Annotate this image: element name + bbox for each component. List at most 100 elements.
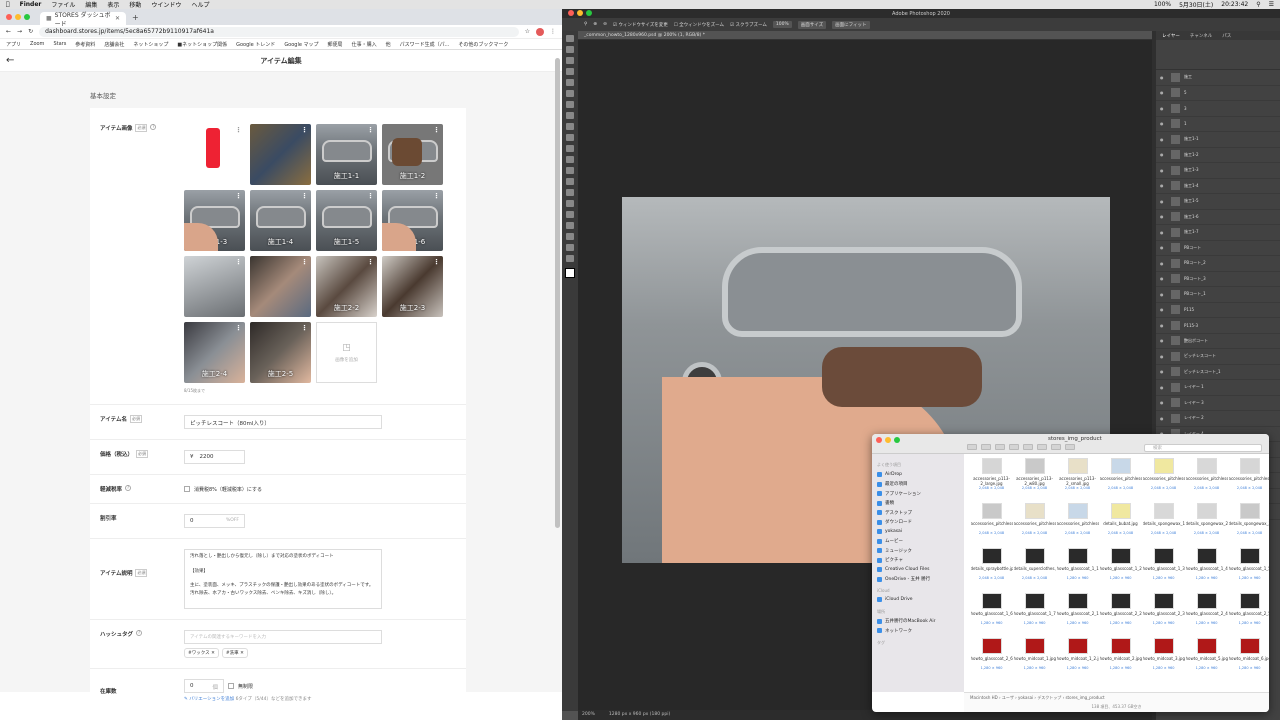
layer-row[interactable]: ● P115 [1156, 303, 1280, 318]
layer-row[interactable]: ● 施工1-5 [1156, 194, 1280, 210]
shape-tool-icon[interactable] [566, 233, 574, 240]
bookmark-item[interactable]: 郵便局 [328, 41, 343, 48]
layer-row[interactable]: ● 5 [1156, 86, 1280, 101]
sidebar-item[interactable]: デスクトップ [877, 508, 959, 518]
view-list-button[interactable] [981, 444, 991, 450]
visibility-eye-icon[interactable]: ● [1160, 75, 1167, 80]
file-item[interactable]: howto_glasscoat_2_6.jpg1,280 × 960 [970, 638, 1013, 683]
bookmark-item[interactable]: Google マップ [284, 41, 318, 48]
view-icons-button[interactable] [967, 444, 977, 450]
option-resize-window[interactable]: ☑ ウィンドウサイズを変更 [613, 22, 668, 28]
layer-row[interactable]: ● PBコート [1156, 241, 1280, 256]
quick-select-icon[interactable] [566, 68, 574, 75]
file-item[interactable]: details_superclothes.jpg2,048 × 2,048 [1013, 548, 1056, 593]
close-window-button[interactable] [6, 14, 12, 20]
ps-minimize-button[interactable] [577, 10, 583, 16]
tab-paths[interactable]: パス [1222, 33, 1231, 39]
image-thumb[interactable]: ⋮ [250, 256, 311, 317]
lasso-tool-icon[interactable] [566, 57, 574, 64]
image-thumb[interactable]: 施工1-5 ⋮ [316, 190, 377, 251]
file-item[interactable]: details_spraybottle.jpg 2,048 × 2,048 [970, 548, 1013, 593]
tag-icon[interactable] [1065, 444, 1075, 450]
profile-avatar[interactable] [536, 27, 544, 36]
layer-row[interactable]: ● 施工 [1156, 70, 1280, 86]
file-item[interactable]: howto_glasscoat_2_5.jpg1,280 × 960 [1228, 593, 1269, 638]
tab-channels[interactable]: チャンネル [1190, 33, 1212, 39]
stock-input[interactable]: 0個 [184, 679, 224, 693]
file-item[interactable]: howto_glasscoat_1_7.jpg1,280 × 960 [1013, 593, 1056, 638]
finder-minimize-button[interactable] [885, 437, 891, 443]
layer-row[interactable]: ● ピッチレスコート [1156, 349, 1280, 365]
image-thumb[interactable]: 施工2-4 ⋮ [184, 322, 245, 383]
bookmark-item[interactable]: 店舗会社 [104, 41, 124, 48]
blur-tool-icon[interactable] [566, 178, 574, 185]
back-icon[interactable]: ← [6, 28, 11, 35]
group-button[interactable] [1023, 444, 1033, 450]
layer-row[interactable]: ● 施工1-2 [1156, 148, 1280, 163]
file-item[interactable]: howto_midcoat_1_2.jpg1,280 × 960 [1056, 638, 1099, 683]
pen-tool-icon[interactable] [566, 200, 574, 207]
eraser-tool-icon[interactable] [566, 156, 574, 163]
share-icon[interactable] [1051, 444, 1061, 450]
zoom-level[interactable]: 200% [582, 712, 595, 718]
browser-tab[interactable]: ■ STORES ダッシュボード ✕ [40, 12, 126, 28]
thumb-menu-icon[interactable]: ⋮ [433, 192, 440, 200]
zoom-out-icon[interactable]: ⊖ [603, 22, 607, 27]
bookmark-star-icon[interactable]: ☆ [525, 28, 530, 35]
layer-row[interactable]: ● レイヤー 3 [1156, 396, 1280, 411]
price-input[interactable]: ¥2200 [184, 450, 245, 464]
thumb-menu-icon[interactable]: ⋮ [235, 126, 242, 134]
bookmark-item[interactable]: Zoom [30, 41, 44, 47]
menu-view[interactable]: 表示 [107, 0, 119, 9]
sidebar-item[interactable]: 五井勝行のMacBook Air [877, 617, 959, 627]
file-item[interactable]: howto_glasscoat_1_4.jpg1,280 × 960 [1185, 548, 1228, 593]
option-scrubby-zoom[interactable]: ☑ スクラブズーム [730, 22, 767, 28]
file-item[interactable]: accessories_p113-2_w80.jpg 2,048 × 2,048 [1013, 458, 1056, 503]
thumb-menu-icon[interactable]: ⋮ [235, 324, 242, 332]
file-item[interactable]: details_bubat.jpg 2,048 × 2,048 [1099, 503, 1142, 548]
menu-time[interactable]: 20:23:42 [1221, 1, 1248, 8]
frame-tool-icon[interactable] [566, 90, 574, 97]
visibility-eye-icon[interactable]: ● [1160, 385, 1167, 390]
zoom-tool-icon[interactable] [566, 255, 574, 262]
thumb-menu-icon[interactable]: ⋮ [235, 192, 242, 200]
file-item[interactable]: howto_glasscoat_2_2.jpg1,280 × 960 [1099, 593, 1142, 638]
bookmark-item[interactable]: 参考資料 [75, 41, 95, 48]
help-icon[interactable]: ? [136, 630, 143, 636]
zoom-in-icon[interactable]: ⊕ [593, 22, 597, 27]
action-gear-icon[interactable] [1037, 444, 1047, 450]
finder-zoom-button[interactable] [894, 437, 900, 443]
back-arrow-icon[interactable]: ← [6, 55, 14, 66]
bookmark-item[interactable]: その他のブックマーク [458, 41, 508, 48]
sidebar-item[interactable]: 書類 [877, 499, 959, 509]
layer-row[interactable]: ● 施工1-6 [1156, 210, 1280, 225]
file-item[interactable]: howto_midcoat_1.jpg 1,280 × 960 [1013, 638, 1056, 683]
layer-filter-controls[interactable] [1156, 40, 1280, 70]
visibility-eye-icon[interactable]: ● [1160, 276, 1167, 281]
visibility-eye-icon[interactable]: ● [1160, 292, 1167, 297]
bookmark-item[interactable]: 仕事・購入 [352, 41, 377, 48]
file-item[interactable]: howto_midcoat_6.jpg 1,280 × 960 [1228, 638, 1269, 683]
file-item[interactable]: accessories_p113-2_large.jpg 2,048 × 2,04… [970, 458, 1013, 503]
close-tab-icon[interactable]: ✕ [115, 15, 120, 22]
image-thumb[interactable]: ⋮ [250, 124, 311, 185]
layer-row[interactable]: ● P115-3 [1156, 318, 1280, 334]
visibility-eye-icon[interactable]: ● [1160, 307, 1167, 312]
file-item[interactable]: accessories_pitchless_w2.jpg2,048 × 2,04… [1228, 458, 1269, 503]
file-item[interactable]: accessories_pitchless_w02.jpg2,048 × 2,0… [1013, 503, 1056, 548]
finder-close-button[interactable] [876, 437, 882, 443]
menu-help[interactable]: ヘルプ [191, 0, 209, 9]
tab-layers[interactable]: レイヤー [1162, 33, 1180, 39]
visibility-eye-icon[interactable]: ● [1160, 106, 1167, 111]
visibility-eye-icon[interactable]: ● [1160, 168, 1167, 173]
image-thumb[interactable]: 施工1-3 ⋮ [184, 190, 245, 251]
layer-row[interactable]: ● 3 [1156, 101, 1280, 117]
thumb-menu-icon[interactable]: ⋮ [301, 258, 308, 266]
path-select-icon[interactable] [566, 222, 574, 229]
layer-row[interactable]: ● PBコート_1 [1156, 287, 1280, 303]
sidebar-item[interactable]: ピクチャ [877, 556, 959, 566]
visibility-eye-icon[interactable]: ● [1160, 137, 1167, 142]
file-item[interactable]: howto_glasscoat_2_3.jpg1,280 × 960 [1142, 593, 1185, 638]
stamp-tool-icon[interactable] [566, 134, 574, 141]
new-tab-button[interactable]: + [132, 13, 139, 22]
